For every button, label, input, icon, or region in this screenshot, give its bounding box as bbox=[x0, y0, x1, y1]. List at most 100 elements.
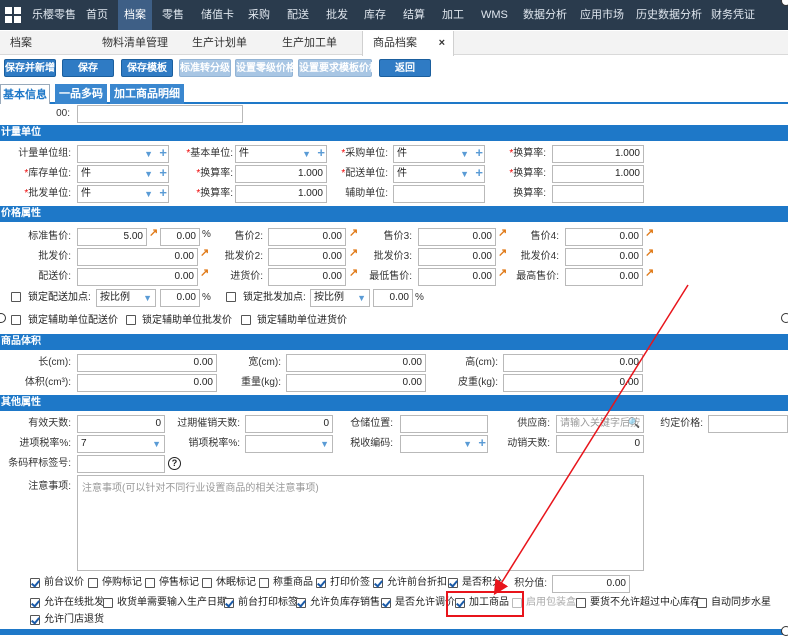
save-and-new-button[interactable]: 保存并新增 bbox=[4, 59, 56, 77]
tax-code-select[interactable]: ▼ + bbox=[400, 435, 488, 453]
unit-group-select[interactable]: ▼ + bbox=[77, 145, 169, 163]
set-grade-price-button[interactable]: 设置零级价格 bbox=[235, 59, 296, 77]
checkbox-front-print-label[interactable] bbox=[224, 598, 234, 608]
output-tax-select[interactable]: ▼ bbox=[245, 435, 333, 453]
lock-wholesale-value-input[interactable]: 0.00 bbox=[373, 289, 413, 307]
tab-bom[interactable]: 物料清单管理 bbox=[102, 31, 168, 55]
trend-icon[interactable]: ↗ bbox=[498, 267, 510, 279]
lock-dist-value-input[interactable]: 0.00 bbox=[160, 289, 200, 307]
nav-history-analysis[interactable]: 历史数据分析 bbox=[636, 0, 702, 30]
in-price-input[interactable]: 0.00 bbox=[268, 268, 346, 286]
rate-input-3[interactable]: 1.000 bbox=[552, 165, 644, 183]
valid-days-input[interactable]: 0 bbox=[77, 415, 165, 433]
wholesale-price4-input[interactable]: 0.00 bbox=[565, 248, 643, 266]
trend-icon[interactable]: ↗ bbox=[645, 247, 657, 259]
checkbox-auto-sync[interactable] bbox=[697, 598, 707, 608]
lock-dist-mode-select[interactable]: 按比例 ▼ bbox=[96, 289, 156, 307]
wholesale-price2-input[interactable]: 0.00 bbox=[268, 248, 346, 266]
checkbox-online-wholesale[interactable] bbox=[30, 598, 40, 608]
nav-app-market[interactable]: 应用市场 bbox=[580, 0, 624, 30]
wholesale-price3-input[interactable]: 0.00 bbox=[418, 248, 496, 266]
checkbox-weighed[interactable] bbox=[259, 578, 269, 588]
checkbox-receipt-production-date[interactable] bbox=[103, 598, 113, 608]
min-price-input[interactable]: 0.00 bbox=[418, 268, 496, 286]
standard-to-grade-button[interactable]: 标准转分级 bbox=[179, 59, 231, 77]
checkbox-negative-stock[interactable] bbox=[296, 598, 306, 608]
std-price-percent-input[interactable]: 0.00 bbox=[160, 228, 200, 246]
lock-aux-dist-checkbox[interactable] bbox=[11, 315, 21, 325]
tab-archive[interactable]: 档案 bbox=[10, 31, 32, 55]
set-template-price-button[interactable]: 设置要求模板价格 bbox=[298, 59, 379, 77]
nav-wholesale[interactable]: 批发 bbox=[326, 0, 348, 30]
aux-unit-select[interactable] bbox=[393, 185, 485, 203]
wholesale-price-input[interactable]: 0.00 bbox=[77, 248, 198, 266]
base-unit-select[interactable]: 件 ▼ + bbox=[235, 145, 327, 163]
tab-production-order[interactable]: 生产加工单 bbox=[282, 31, 337, 55]
help-icon[interactable]: ? bbox=[168, 457, 181, 470]
nav-stored-card[interactable]: 储值卡 bbox=[201, 0, 234, 30]
height-input[interactable]: 0.00 bbox=[503, 354, 643, 372]
app-grid-icon[interactable] bbox=[5, 7, 21, 23]
checkbox-allow-price-adjust[interactable] bbox=[381, 598, 391, 608]
checkbox-points[interactable] bbox=[448, 578, 458, 588]
supplier-input[interactable]: 请输入关键字后按 🔍 bbox=[556, 415, 644, 433]
resize-handle[interactable] bbox=[781, 626, 788, 636]
lock-dist-checkbox[interactable] bbox=[11, 292, 21, 302]
checkbox-stop-sale[interactable] bbox=[145, 578, 155, 588]
nav-inventory[interactable]: 库存 bbox=[364, 0, 386, 30]
width-input[interactable]: 0.00 bbox=[286, 354, 426, 372]
checkbox-dormant[interactable] bbox=[202, 578, 212, 588]
std-price-input[interactable]: 5.00 bbox=[77, 228, 147, 246]
checkbox-no-exceed-center-stock[interactable] bbox=[576, 598, 586, 608]
nav-archive[interactable]: 档案 bbox=[118, 0, 152, 30]
rate-input-1[interactable]: 1.000 bbox=[552, 145, 644, 163]
subtab-multi-code[interactable]: 一品多码 bbox=[55, 84, 107, 104]
trend-icon[interactable]: ↗ bbox=[498, 247, 510, 259]
plus-icon[interactable]: + bbox=[478, 436, 486, 451]
close-icon[interactable]: × bbox=[439, 31, 445, 55]
nav-data-analysis[interactable]: 数据分析 bbox=[523, 0, 567, 30]
tare-input[interactable]: 0.00 bbox=[503, 374, 643, 392]
length-input[interactable]: 0.00 bbox=[77, 354, 217, 372]
subtab-processing-detail[interactable]: 加工商品明细 bbox=[110, 84, 184, 104]
plus-icon[interactable]: + bbox=[317, 146, 325, 161]
lock-aux-in-checkbox[interactable] bbox=[241, 315, 251, 325]
resize-handle[interactable] bbox=[0, 313, 6, 323]
nav-wms[interactable]: WMS bbox=[481, 0, 508, 30]
checkbox-front-discount[interactable] bbox=[373, 578, 383, 588]
weight-input[interactable]: 0.00 bbox=[286, 374, 426, 392]
tab-production-plan[interactable]: 生产计划单 bbox=[192, 31, 247, 55]
search-icon[interactable]: 🔍 bbox=[628, 416, 640, 432]
dist-unit-select[interactable]: 件 ▼ + bbox=[393, 165, 485, 183]
plus-icon[interactable]: + bbox=[159, 186, 167, 201]
save-button[interactable]: 保存 bbox=[62, 59, 114, 77]
checkbox-stop-purchase[interactable] bbox=[88, 578, 98, 588]
trend-icon[interactable]: ↗ bbox=[645, 267, 657, 279]
plus-icon[interactable]: + bbox=[159, 166, 167, 181]
purchase-unit-select[interactable]: 件 ▼ + bbox=[393, 145, 485, 163]
plus-icon[interactable]: + bbox=[475, 166, 483, 181]
trend-icon[interactable]: ↗ bbox=[498, 227, 510, 239]
lock-wholesale-mode-select[interactable]: 按比例 ▼ bbox=[310, 289, 370, 307]
subtab-basic-info[interactable]: 基本信息 bbox=[0, 84, 50, 104]
nav-settlement[interactable]: 结算 bbox=[403, 0, 425, 30]
stock-unit-select[interactable]: 件 ▼ + bbox=[77, 165, 169, 183]
lock-wholesale-checkbox[interactable] bbox=[226, 292, 236, 302]
dist-price-input[interactable]: 0.00 bbox=[77, 268, 198, 286]
plus-icon[interactable]: + bbox=[475, 146, 483, 161]
resize-handle[interactable] bbox=[781, 313, 788, 323]
nav-processing[interactable]: 加工 bbox=[442, 0, 464, 30]
expire-days-input[interactable]: 0 bbox=[245, 415, 333, 433]
nav-purchase[interactable]: 采购 bbox=[248, 0, 270, 30]
nav-home[interactable]: 首页 bbox=[86, 0, 108, 30]
nav-finance-voucher[interactable]: 财务凭证 bbox=[711, 0, 755, 30]
price2-input[interactable]: 0.00 bbox=[268, 228, 346, 246]
wholesale-unit-select[interactable]: 件 ▼ + bbox=[77, 185, 169, 203]
save-template-button[interactable]: 保存模板 bbox=[121, 59, 173, 77]
checkbox-store-return[interactable] bbox=[30, 615, 40, 625]
rate-input-5[interactable] bbox=[552, 185, 644, 203]
nav-retail[interactable]: 零售 bbox=[162, 0, 184, 30]
rate-input-4[interactable]: 1.000 bbox=[235, 185, 327, 203]
input-tax-select[interactable]: 7 ▼ bbox=[77, 435, 165, 453]
trend-icon[interactable]: ↗ bbox=[645, 227, 657, 239]
